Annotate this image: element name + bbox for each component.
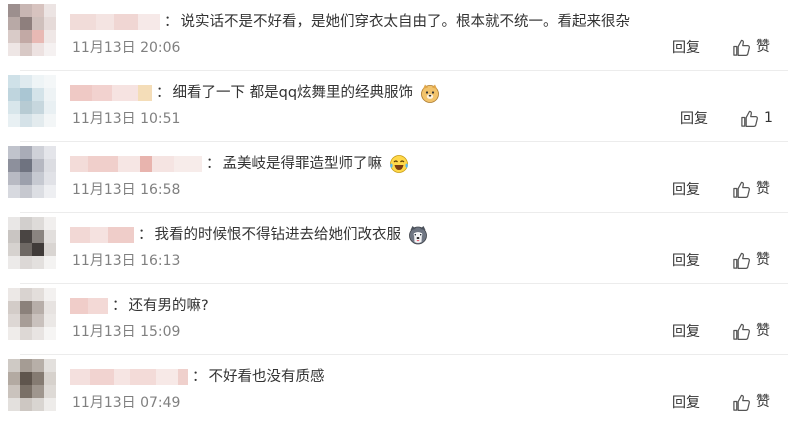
comment-item: ：我看的时候恨不得钻进去给她们改衣服 11月13日 16:13 回复 赞: [0, 213, 788, 284]
reply-button[interactable]: 回复: [680, 110, 708, 128]
colon: ：: [206, 156, 221, 172]
username-blurred[interactable]: [70, 298, 108, 314]
colon: ：: [164, 14, 179, 30]
comment-date: 11月13日 15:09: [72, 324, 181, 340]
colon: ：: [138, 227, 153, 243]
username-blurred[interactable]: [70, 227, 134, 243]
like-label: 赞: [756, 39, 770, 55]
laughing-tears-face-icon: [389, 155, 408, 173]
username-blurred[interactable]: [70, 14, 160, 30]
comment-text: 细看了一下 都是qq炫舞里的经典服饰: [172, 85, 414, 101]
colon: ：: [192, 369, 207, 385]
colon: ：: [112, 298, 127, 314]
comment-date: 11月13日 10:51: [72, 111, 181, 127]
comment-text: 还有男的嘛?: [128, 298, 209, 314]
avatar[interactable]: [8, 288, 56, 340]
username-blurred[interactable]: [70, 156, 202, 172]
avatar[interactable]: [8, 359, 56, 411]
comment-item: ：还有男的嘛? 11月13日 15:09 回复 赞: [0, 284, 788, 355]
like-button[interactable]: 赞: [732, 37, 770, 57]
like-button[interactable]: 1: [740, 108, 773, 128]
comment-item: ：孟美岐是得罪造型师了嘛 11月13日 16:58 回复 赞: [0, 142, 788, 213]
like-button[interactable]: 赞: [732, 321, 770, 341]
colon: ：: [156, 85, 171, 101]
like-label: 赞: [756, 394, 770, 410]
husky-face-icon: [408, 226, 427, 245]
like-label: 赞: [756, 252, 770, 268]
comment-text: 我看的时候恨不得钻进去给她们改衣服: [154, 227, 402, 243]
thumbs-up-icon: [741, 110, 758, 127]
comment-text: 说实话不是不好看，是她们穿衣太自由了。根本就不统一。看起来很杂: [180, 14, 631, 30]
like-button[interactable]: 赞: [732, 392, 770, 412]
comment-text: 不好看也没有质感: [208, 369, 325, 385]
comment-date: 11月13日 16:58: [72, 182, 181, 198]
avatar[interactable]: [8, 75, 56, 127]
reply-button[interactable]: 回复: [672, 394, 700, 412]
like-label: 赞: [756, 181, 770, 197]
reply-button[interactable]: 回复: [672, 252, 700, 270]
like-label: 赞: [756, 323, 770, 339]
comment-text: 孟美岐是得罪造型师了嘛: [222, 156, 383, 172]
like-count: 1: [764, 110, 773, 126]
reply-button[interactable]: 回复: [672, 323, 700, 341]
avatar[interactable]: [8, 4, 56, 56]
comment-item: ：细看了一下 都是qq炫舞里的经典服饰 11月13日 10:51 回复 1: [0, 71, 788, 142]
avatar[interactable]: [8, 146, 56, 198]
comment-date: 11月13日 20:06: [72, 40, 181, 56]
comment-list: ：说实话不是不好看，是她们穿衣太自由了。根本就不统一。看起来很杂 11月13日 …: [0, 0, 788, 432]
thumbs-up-icon: [733, 39, 750, 56]
username-blurred[interactable]: [70, 369, 188, 385]
reply-button[interactable]: 回复: [672, 181, 700, 199]
comment-item: ：不好看也没有质感 11月13日 07:49 回复 赞: [0, 355, 788, 426]
doge-face-icon: [420, 84, 439, 103]
comment-date: 11月13日 07:49: [72, 395, 181, 411]
thumbs-up-icon: [733, 252, 750, 269]
like-button[interactable]: 赞: [732, 250, 770, 270]
thumbs-up-icon: [733, 181, 750, 198]
username-blurred[interactable]: [70, 85, 152, 101]
comment-date: 11月13日 16:13: [72, 253, 181, 269]
avatar[interactable]: [8, 217, 56, 269]
thumbs-up-icon: [733, 394, 750, 411]
like-button[interactable]: 赞: [732, 179, 770, 199]
thumbs-up-icon: [733, 323, 750, 340]
reply-button[interactable]: 回复: [672, 39, 700, 57]
comment-item: ：说实话不是不好看，是她们穿衣太自由了。根本就不统一。看起来很杂 11月13日 …: [0, 0, 788, 71]
